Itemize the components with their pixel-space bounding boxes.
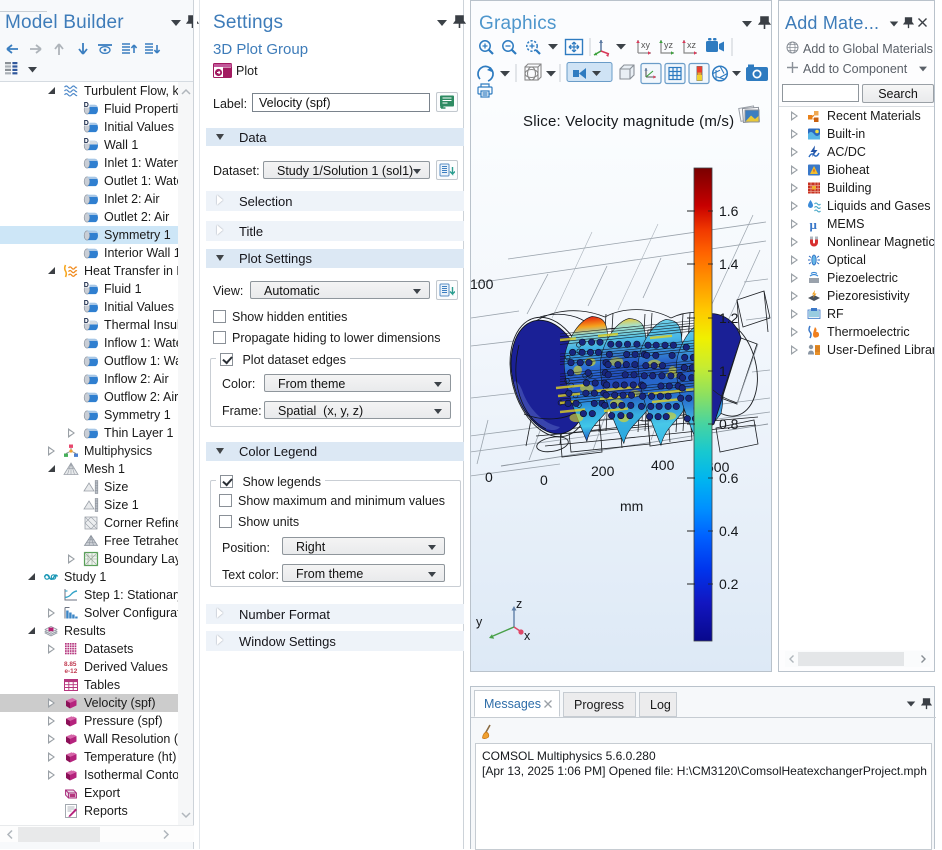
svg-text:*: *	[72, 749, 76, 758]
svg-text:z: z	[516, 597, 522, 611]
svg-text:0.8: 0.8	[719, 416, 739, 432]
svg-text:D: D	[84, 318, 89, 325]
svg-text:xy: xy	[641, 40, 651, 50]
svg-text:200: 200	[591, 463, 615, 479]
svg-text:D: D	[84, 282, 89, 289]
svg-text:xz: xz	[687, 40, 697, 50]
svg-text:8.85: 8.85	[64, 661, 77, 668]
svg-text:μ: μ	[810, 217, 818, 232]
svg-text:yz: yz	[664, 40, 674, 50]
svg-text:x: x	[524, 629, 531, 643]
svg-text:1.2: 1.2	[719, 310, 739, 326]
svg-text:1.6: 1.6	[719, 203, 739, 219]
svg-text:*: *	[72, 731, 76, 740]
svg-text:0: 0	[540, 472, 548, 488]
svg-text:e-12: e-12	[65, 668, 78, 675]
svg-text:0.2: 0.2	[719, 576, 739, 592]
svg-text:*: *	[72, 767, 76, 776]
svg-text:D: D	[84, 138, 89, 145]
svg-text:1: 1	[719, 363, 727, 379]
svg-text:1.4: 1.4	[719, 256, 739, 272]
svg-text:0: 0	[485, 469, 493, 485]
svg-text:*: *	[72, 713, 76, 722]
svg-text:D: D	[84, 102, 89, 109]
svg-text:y: y	[476, 615, 483, 629]
svg-text:0.6: 0.6	[719, 470, 739, 486]
svg-text:D: D	[84, 300, 89, 307]
svg-text:0.4: 0.4	[719, 523, 739, 539]
svg-text:mm: mm	[620, 498, 643, 514]
svg-text:D: D	[84, 120, 89, 127]
svg-text:100: 100	[471, 276, 494, 292]
svg-text:400: 400	[651, 457, 675, 473]
